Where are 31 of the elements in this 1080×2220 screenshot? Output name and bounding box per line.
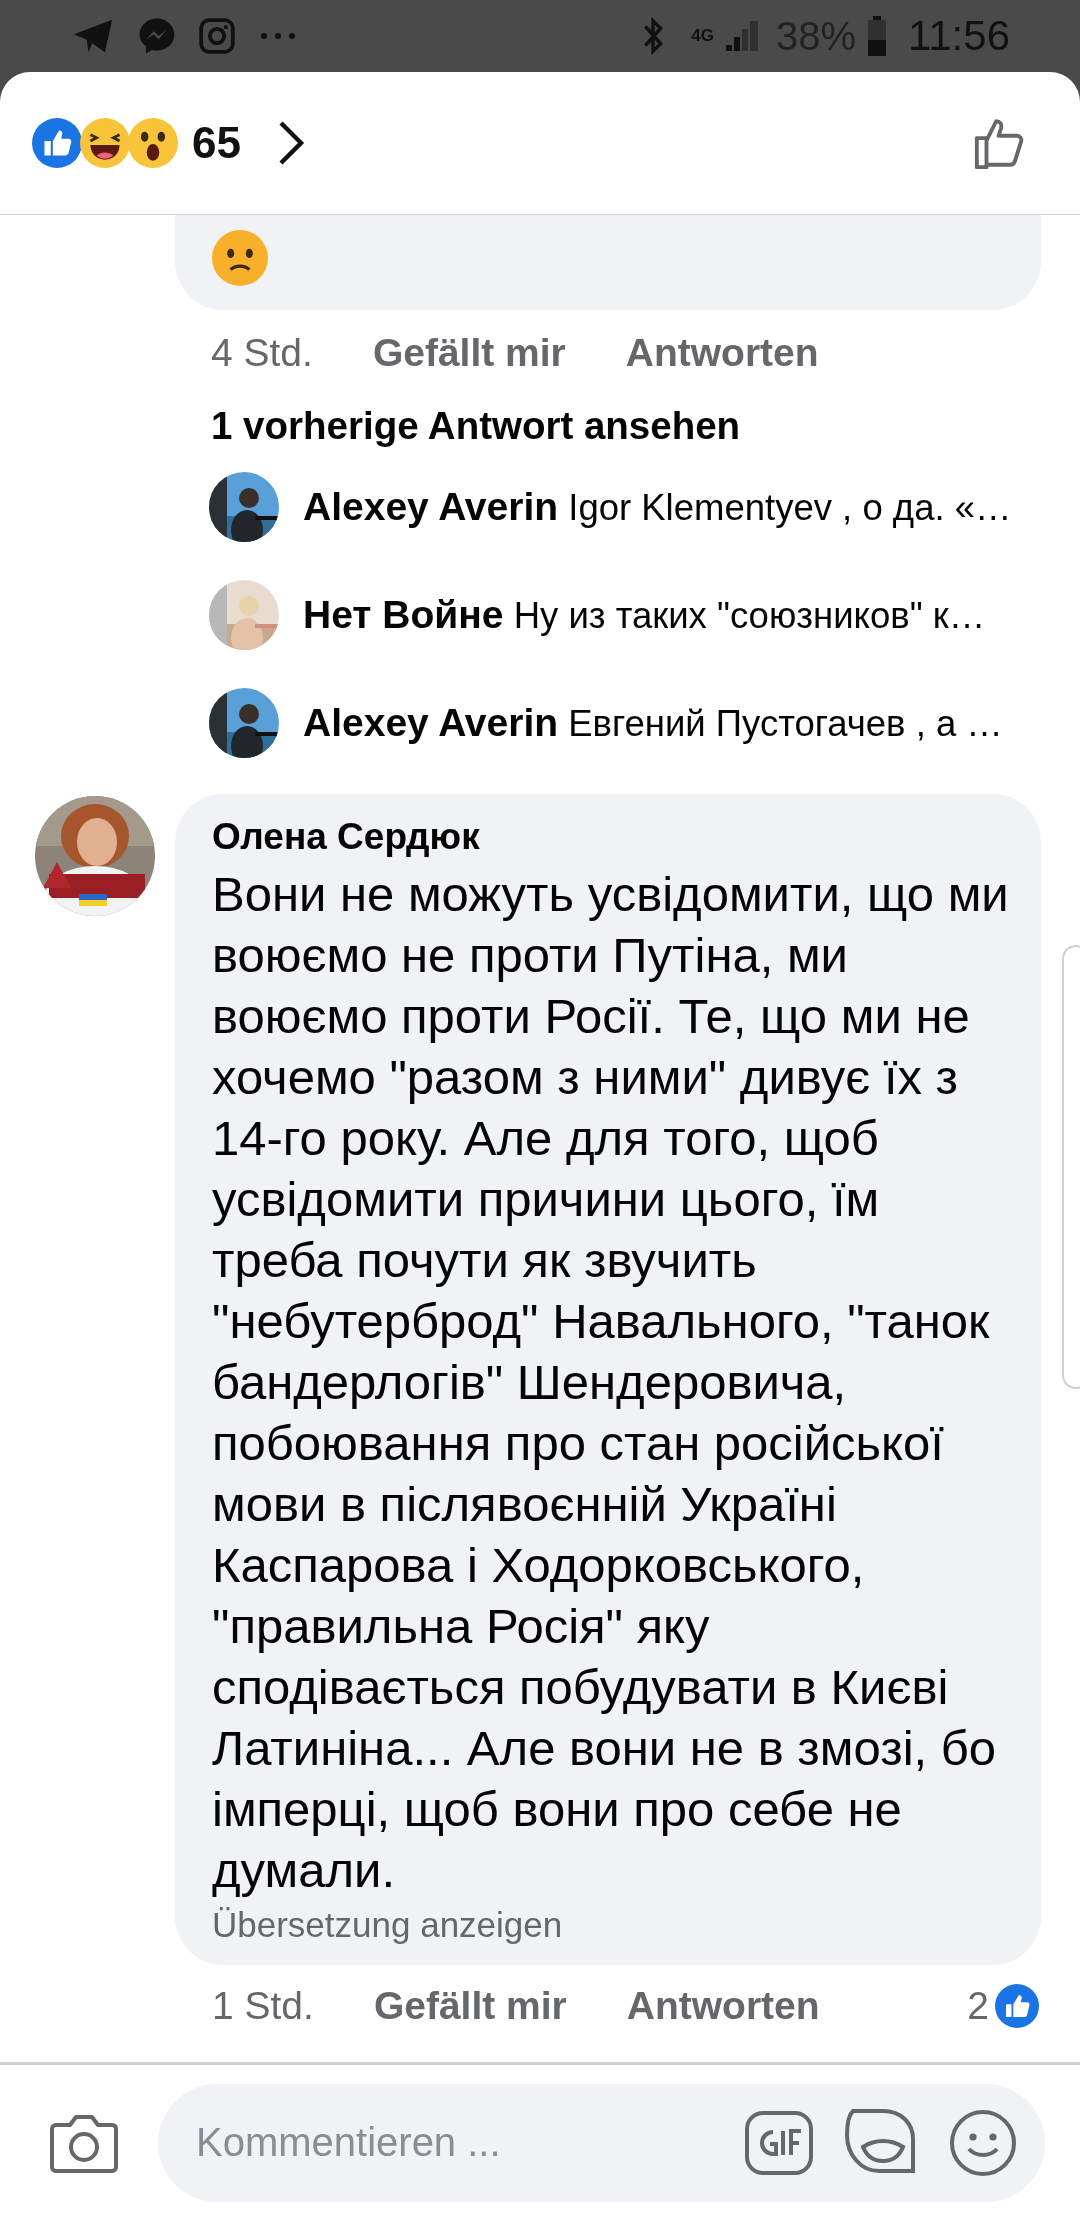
like-link[interactable]: Gefällt mir — [372, 331, 566, 375]
smiley-icon[interactable] — [949, 2108, 1017, 2177]
translate-link[interactable]: Übersetzung anzeigen — [212, 1905, 563, 1945]
reply-link[interactable]: Antworten — [625, 331, 819, 375]
like-reaction-icon — [995, 1984, 1039, 2028]
network-label: 4G — [691, 26, 714, 46]
like-link[interactable]: Gefällt mir — [373, 1984, 567, 2028]
surprised-emoji-icon — [128, 118, 178, 168]
gif-icon[interactable] — [743, 2108, 815, 2177]
bluetooth-icon — [641, 17, 666, 55]
reply-preview[interactable]: Alexey Averin Евгений Пустогачев , а … — [303, 701, 1003, 745]
camera-outline-icon — [198, 17, 236, 55]
laughing-emoji-icon — [80, 118, 130, 168]
comment-text: Вони не можуть усвідомити, що ми воюємо не проти Путіна, ми воюємо проти Росії. Те, що ми не хочемо "разом з ними" дивує їх з 14-го року. Але для того, щоб усвідомити причини цього, їм треба почути як звучить "небутерброд" Навального, "танок бандерлогів" Шендеровича, побоювання про стан російської мови в післявоєнній Україні Каспарова і Ходорковського, "правильна Росія" яку сподівається побудувати в Києві Латиніна... Але вони не в змозі, бо імперці, щоб вони про себе не думали. — [212, 866, 1010, 1899]
battery-icon — [866, 16, 888, 56]
view-previous-replies-link[interactable]: 1 vorherige Antwort ansehen — [211, 404, 741, 448]
comment-time: 4 Std. — [211, 331, 313, 375]
more-icon — [258, 31, 298, 41]
clock: 11:56 — [908, 12, 1010, 60]
signal-icon — [723, 19, 760, 53]
reply-preview[interactable]: Alexey Averin Igor Klementyev , о да. «… — [303, 485, 1012, 529]
chat-bubble-icon — [138, 17, 176, 55]
reaction-count[interactable]: 65 — [192, 118, 241, 168]
reply-preview[interactable]: Нет Войне Ну из таких "союзников" к… — [303, 593, 986, 637]
frowning-emoji-icon — [212, 230, 268, 286]
like-count: 2 — [967, 1984, 989, 2028]
comment-author[interactable]: Олена Сердюк — [212, 816, 480, 858]
comment-input[interactable]: Kommentieren ... — [194, 2119, 713, 2166]
comment-time: 1 Std. — [212, 1984, 314, 2028]
like-reaction-icon — [32, 118, 82, 168]
reply-link[interactable]: Antworten — [626, 1984, 820, 2028]
